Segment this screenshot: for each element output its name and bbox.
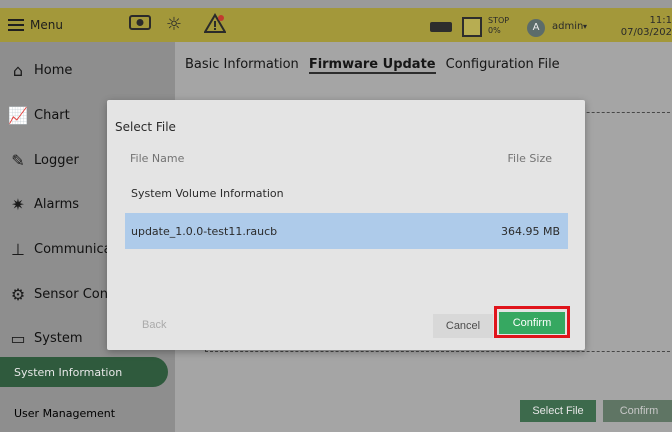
sensor-gear-icon: ⚙ [10, 284, 26, 304]
column-header-file-name: File Name [130, 152, 185, 165]
chevron-down-icon[interactable]: ▾ [583, 22, 587, 31]
chart-icon: 📈 [8, 105, 28, 125]
file-size: 364.95 MB [500, 224, 560, 238]
column-header-file-size: File Size [507, 152, 552, 165]
select-file-dialog: Select File File Name File Size System V… [107, 100, 585, 350]
date-text: 07/03/202 [620, 27, 672, 38]
sidebar-item-label: Home [34, 62, 73, 78]
top-bar: Menu ☼ STOP 0% A admin ▾ 11:1 07/03/202 [0, 8, 672, 42]
stop-label: STOP [488, 16, 510, 25]
home-icon: ⌂ [12, 60, 24, 80]
avatar[interactable]: A [527, 19, 545, 37]
select-file-button[interactable]: Select File [520, 400, 596, 422]
menu-label: Menu [30, 18, 63, 32]
alert-icon[interactable] [203, 13, 227, 37]
sidebar-item-label: Communica [34, 241, 112, 257]
screen: Menu ☼ STOP 0% A admin ▾ 11:1 07/03/202 … [0, 0, 672, 432]
sidebar-subitem-system-information[interactable]: System Information [0, 357, 168, 387]
sidebar-item-label: Logger [34, 152, 79, 168]
clock: 11:1 07/03/202 [621, 15, 672, 39]
stop-percent: 0% [488, 26, 501, 35]
stop-icon[interactable] [462, 17, 482, 37]
tab-basic-information[interactable]: Basic Information [185, 57, 299, 74]
logger-icon: ✎ [11, 150, 25, 170]
sidebar-subitem-user-management[interactable]: User Management [0, 398, 168, 428]
monitor-icon: ▭ [10, 328, 26, 348]
tab-firmware-update[interactable]: Firmware Update [308, 57, 436, 74]
time-text: 11:1 [649, 15, 672, 26]
sidebar-subitem-label: System Information [14, 365, 123, 379]
user-name[interactable]: admin [552, 21, 583, 32]
cancel-button[interactable]: Cancel [433, 314, 493, 338]
brightness-icon[interactable]: ☼ [162, 13, 186, 37]
menu-button[interactable]: Menu [8, 14, 63, 36]
stop-status: STOP 0% [488, 16, 509, 36]
hamburger-icon [8, 19, 24, 31]
sidebar-item-label: Chart [34, 107, 70, 123]
camera-icon[interactable] [128, 13, 152, 37]
sidebar-item-label: Sensor Con [34, 286, 108, 302]
sidebar-subitem-label: User Management [14, 406, 116, 420]
confirm-update-button[interactable]: Confirm [603, 400, 672, 422]
tab-bar: Basic Information Firmware Update Config… [185, 57, 560, 74]
dialog-title: Select File [115, 120, 176, 134]
sidebar-item-home[interactable]: ⌂ Home [0, 52, 175, 88]
network-icon: ⊥ [11, 239, 25, 259]
file-row-update-raucb[interactable]: update_1.0.0-test11.raucb 364.95 MB [125, 213, 568, 249]
file-row-system-volume-information[interactable]: System Volume Information [125, 175, 568, 211]
confirm-button[interactable]: Confirm [499, 312, 565, 334]
back-button[interactable]: Back [142, 319, 166, 331]
storage-icon [430, 22, 452, 32]
file-name: System Volume Information [131, 186, 284, 200]
file-name: update_1.0.0-test11.raucb [131, 224, 278, 238]
alarm-icon: ✷ [11, 194, 25, 214]
sidebar-item-label: Alarms [34, 196, 80, 212]
sidebar-item-label: System [34, 330, 83, 346]
tab-configuration-file[interactable]: Configuration File [446, 57, 560, 74]
